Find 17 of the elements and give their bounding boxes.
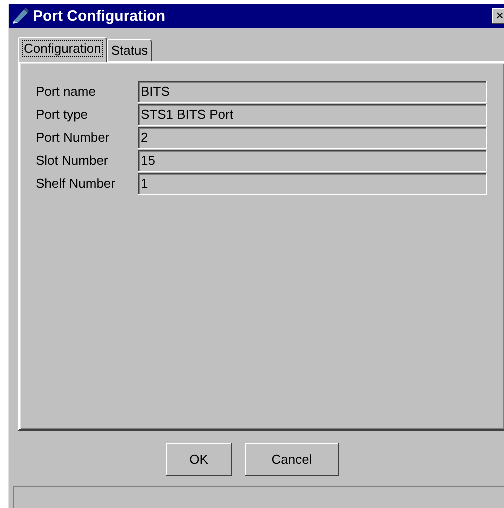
pencil-icon [12, 7, 30, 25]
text-field[interactable]: 15 [138, 150, 487, 172]
ok-button[interactable]: OK [166, 443, 232, 476]
tab[interactable]: Configuration [18, 37, 108, 62]
close-button[interactable]: × [492, 8, 504, 24]
text-field[interactable]: BITS [138, 81, 487, 103]
cancel-button[interactable]: Cancel [245, 443, 339, 476]
text-field[interactable]: STS1 BITS Port [138, 104, 487, 126]
text-field[interactable]: 1 [138, 173, 487, 195]
field-label: Slot Number [36, 152, 110, 170]
window-title: Port Configuration [33, 8, 166, 24]
field-label: Port type [36, 106, 90, 124]
text-field[interactable]: 2 [138, 127, 487, 149]
field-label: Port Number [36, 129, 111, 147]
tab[interactable]: Status [107, 39, 152, 61]
field-label: Port name [36, 83, 97, 101]
field-label: Shelf Number [36, 175, 116, 193]
